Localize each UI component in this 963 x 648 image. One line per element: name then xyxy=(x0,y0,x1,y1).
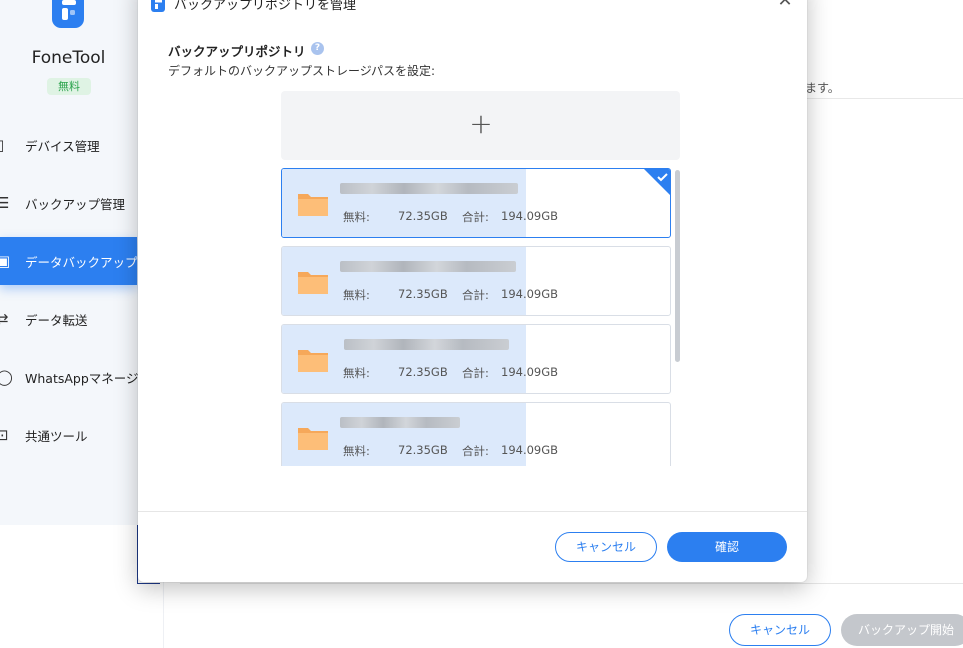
list-icon: ☰ xyxy=(0,194,10,212)
brand-name: FoneTool xyxy=(31,48,106,68)
fonetool-icon xyxy=(151,0,165,12)
free-space-label: 無料: xyxy=(343,210,370,224)
sidebar-item-label: WhatsAppマネージャ xyxy=(25,371,151,386)
add-repository-button[interactable]: + xyxy=(281,91,680,160)
free-space-label: 無料: xyxy=(343,366,370,380)
sidebar-item-label: デバイス管理 xyxy=(25,139,100,154)
repository-list: 無料: 72.35GB 合計: 194.09GB 無料: 72.35GB 合計:… xyxy=(281,168,681,466)
repository-item[interactable]: 無料: 72.35GB 合計: 194.09GB xyxy=(281,246,671,316)
repository-path-redacted xyxy=(340,183,518,194)
backup-icon: ▣ xyxy=(0,252,11,270)
help-icon[interactable]: ? xyxy=(311,42,324,55)
selected-check-icon xyxy=(644,169,670,195)
total-space-value: 194.09GB xyxy=(501,209,559,223)
list-scrollbar[interactable] xyxy=(675,170,680,362)
cancel-button[interactable]: キャンセル xyxy=(555,532,657,562)
free-space-value: 72.35GB xyxy=(398,365,448,379)
sidebar-item-label: データ転送 xyxy=(25,313,88,328)
manage-repository-dialog: バックアップリポジトリを管理 ✕ バックアップリポジトリ ? デフォルトのバック… xyxy=(138,0,807,582)
sidebar-item-data-backup[interactable]: ▣ データバックアップ xyxy=(0,237,138,285)
confirm-button[interactable]: 確認 xyxy=(667,532,787,562)
repository-item[interactable]: 無料: 72.35GB 合計: 194.09GB xyxy=(281,168,671,238)
whatsapp-icon: ◯ xyxy=(0,368,13,386)
toolbox-icon: ⊡ xyxy=(0,426,9,444)
plan-badge: 無料 xyxy=(47,78,91,95)
folder-icon xyxy=(298,428,328,450)
sidebar-item-label: データバックアップ xyxy=(25,255,138,270)
background-description: ます。 xyxy=(805,81,840,95)
section-subtitle: デフォルトのバックアップストレージパスを設定: xyxy=(168,64,436,78)
free-space-value: 72.35GB xyxy=(398,443,448,457)
repository-path-redacted xyxy=(340,417,460,428)
total-space-value: 194.09GB xyxy=(501,443,559,457)
section-title: バックアップリポジトリ xyxy=(168,44,306,59)
close-icon[interactable]: ✕ xyxy=(776,0,794,10)
divider xyxy=(805,98,963,99)
cancel-button[interactable]: キャンセル xyxy=(729,614,831,646)
sidebar-item-label: バックアップ管理 xyxy=(25,197,126,212)
total-space-value: 194.09GB xyxy=(501,365,559,379)
repository-path-redacted xyxy=(340,261,516,272)
phone-icon: ▯ xyxy=(0,136,5,154)
free-space-value: 72.35GB xyxy=(398,209,448,223)
repository-item[interactable]: 無料: 72.35GB 合計: 194.09GB xyxy=(281,324,671,394)
sidebar-item-label: 共通ツール xyxy=(25,429,88,444)
dialog-title: バックアップリポジトリを管理 xyxy=(174,0,357,13)
free-space-value: 72.35GB xyxy=(398,287,448,301)
total-space-value: 194.09GB xyxy=(501,287,559,301)
repository-path-redacted xyxy=(344,339,509,350)
total-space-label: 合計: xyxy=(462,444,489,458)
free-space-label: 無料: xyxy=(343,444,370,458)
folder-icon xyxy=(298,272,328,294)
free-space-label: 無料: xyxy=(343,288,370,302)
total-space-label: 合計: xyxy=(462,366,489,380)
divider xyxy=(138,511,807,512)
plus-icon: + xyxy=(469,107,493,140)
start-backup-button[interactable]: バックアップ開始 xyxy=(841,614,963,646)
folder-icon xyxy=(298,350,328,372)
fonetool-logo xyxy=(52,0,84,28)
total-space-label: 合計: xyxy=(462,288,489,302)
transfer-icon: ⇄ xyxy=(0,310,9,328)
repository-item[interactable]: 無料: 72.35GB 合計: 194.09GB xyxy=(281,402,671,466)
divider xyxy=(180,583,963,584)
folder-icon xyxy=(298,194,328,216)
total-space-label: 合計: xyxy=(462,210,489,224)
